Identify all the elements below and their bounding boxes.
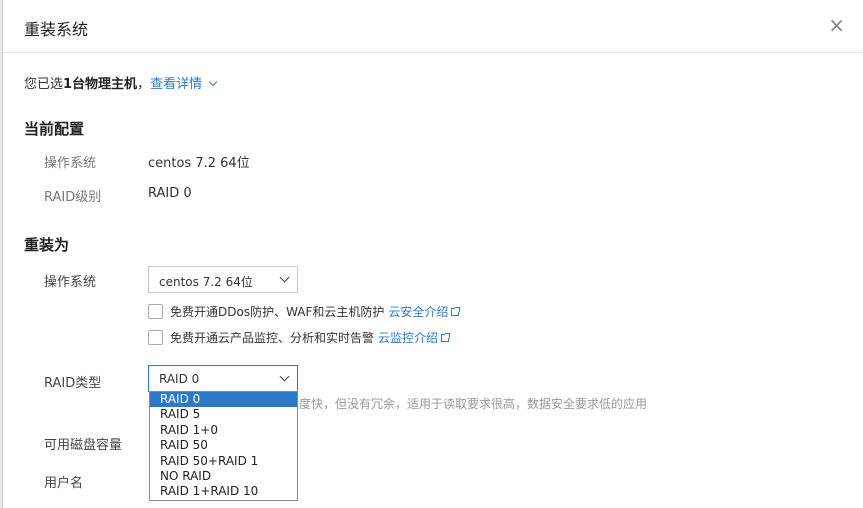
cloud-security-link[interactable]: 云安全介绍: [388, 303, 461, 320]
dialog-title: 重装系统: [24, 20, 89, 39]
current-config-heading: 当前配置: [24, 120, 85, 138]
current-raid-value: RAID 0: [148, 186, 192, 201]
monitor-text: 免费开通云产品监控、分析和实时告警: [170, 331, 375, 345]
selection-count: 1台物理主机: [63, 77, 138, 92]
cloud-security-link-label: 云安全介绍: [388, 305, 449, 319]
monitor-option: 免费开通云产品监控、分析和实时告警 云监控介绍: [148, 329, 451, 346]
cloud-monitor-link-label: 云监控介绍: [378, 331, 439, 345]
os-select-value: centos 7.2 64位: [159, 275, 253, 289]
os-select[interactable]: centos 7.2 64位: [148, 266, 298, 293]
dialog-header: 重装系统 ×: [3, 0, 863, 53]
chevron-down-icon: [279, 371, 290, 382]
selection-summary: 您已选1台物理主机，查看详情: [24, 73, 218, 92]
current-os-label: 操作系统: [44, 156, 97, 171]
reinstall-heading: 重装为: [24, 236, 70, 254]
cloud-monitor-link[interactable]: 云监控介绍: [378, 329, 451, 346]
raid-hint: 度快，但没有冗余，适用于读取要求很高，数据安全要求低的应用: [299, 397, 648, 411]
view-details-link[interactable]: 查看详情: [150, 77, 218, 92]
current-os-value: centos 7.2 64位: [148, 156, 250, 171]
raid-option[interactable]: RAID 0: [150, 392, 297, 408]
raid-option[interactable]: RAID 50+RAID 1: [150, 454, 297, 469]
view-details-label: 查看详情: [150, 77, 203, 92]
username-label: 用户名: [44, 476, 84, 491]
selection-suffix: ，: [137, 77, 151, 92]
chevron-down-icon: [208, 77, 218, 87]
ddos-checkbox[interactable]: [148, 304, 163, 319]
ddos-option: 免费开通DDos防护、WAF和云主机防护 云安全介绍: [148, 303, 461, 320]
raid-option[interactable]: RAID 5: [150, 407, 297, 422]
close-icon[interactable]: ×: [828, 14, 845, 36]
raid-option[interactable]: RAID 1+0: [150, 423, 297, 438]
raid-dropdown: RAID 0 RAID 5 RAID 1+0 RAID 50 RAID 50+R…: [149, 391, 298, 501]
external-link-icon: [451, 307, 461, 316]
raid-select[interactable]: RAID 0: [148, 365, 298, 392]
raid-select-value: RAID 0: [159, 372, 200, 386]
selection-prefix: 您已选: [24, 77, 64, 92]
chevron-down-icon: [279, 272, 290, 283]
os-label: 操作系统: [44, 275, 97, 290]
raid-type-label: RAID类型: [44, 376, 102, 391]
current-raid-label: RAID级别: [44, 190, 102, 205]
raid-option[interactable]: NO RAID: [150, 469, 297, 484]
raid-option[interactable]: RAID 1+RAID 10: [150, 484, 297, 499]
ddos-text: 免费开通DDos防护、WAF和云主机防护: [170, 305, 385, 319]
reinstall-dialog: 重装系统 × 您已选1台物理主机，查看详情 当前配置 操作系统 centos 7…: [2, 0, 863, 508]
raid-option[interactable]: RAID 50: [150, 438, 297, 453]
monitor-checkbox[interactable]: [148, 330, 163, 345]
external-link-icon: [441, 333, 451, 342]
disk-capacity-label: 可用磁盘容量: [44, 438, 123, 453]
